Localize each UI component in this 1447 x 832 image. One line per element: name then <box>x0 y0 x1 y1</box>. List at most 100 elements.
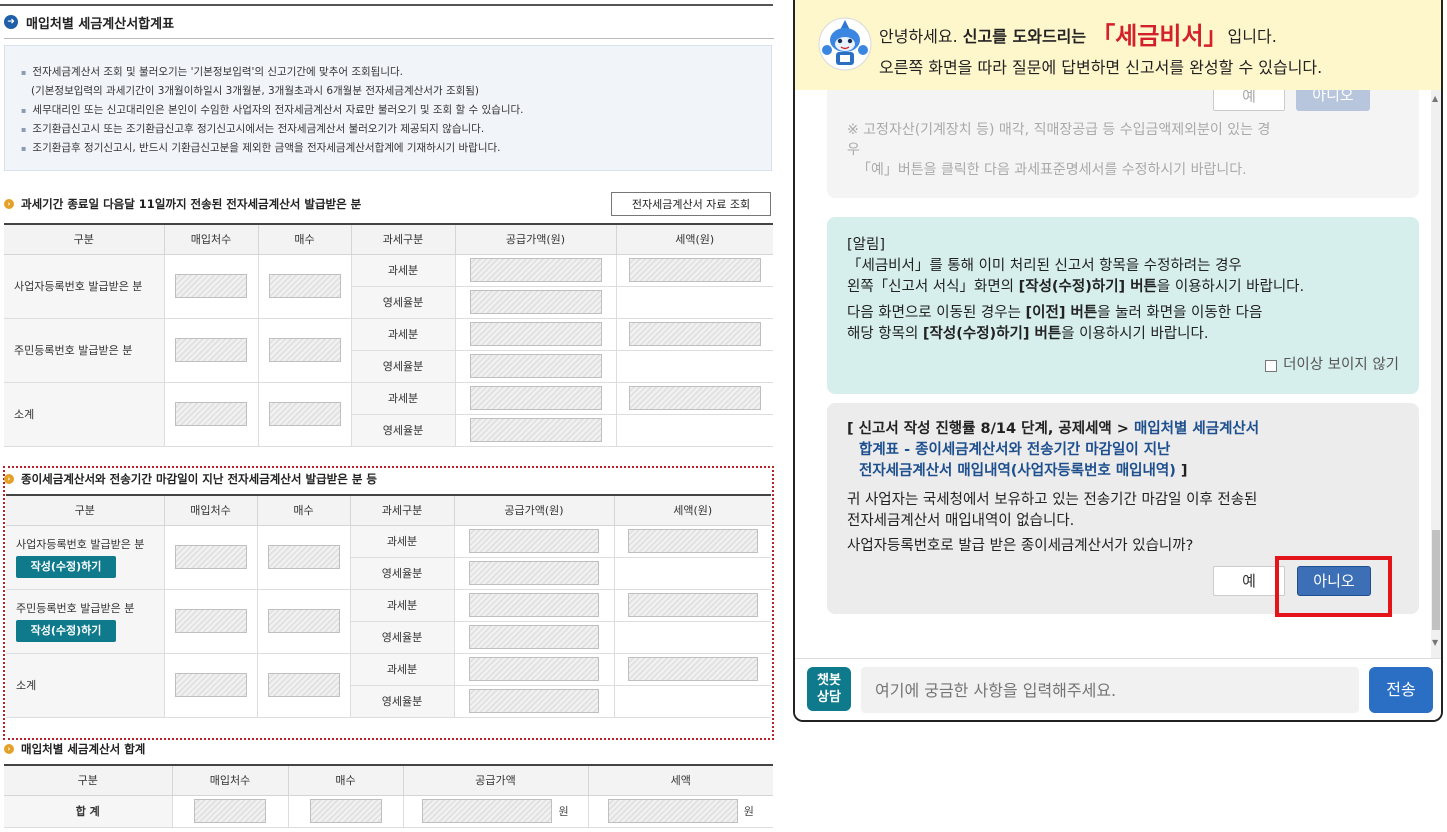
total-supply-field <box>422 799 553 823</box>
row-label: 소계 <box>6 652 165 718</box>
tax-amount-field <box>628 258 761 282</box>
title-divider <box>4 38 774 39</box>
vendor-count-field <box>174 609 247 633</box>
col-header: 매수 <box>257 223 352 255</box>
total-label: 합 계 <box>4 794 173 828</box>
section1-title: › 과세기간 종료일 다음달 11일까지 전송된 전자세금계산서 발급받은 분 <box>4 195 361 213</box>
notice-item: (기본정보입력의 과세기간이 3개월이하일시 3개월분, 3개월초과시 6개월분… <box>31 85 480 97</box>
sheet-count-field <box>268 338 341 362</box>
mascot-icon <box>818 17 872 71</box>
kind-label: 과세분 <box>350 381 456 415</box>
total-tax-field <box>607 799 738 823</box>
tax-form-panel: ➜ 매입처별 세금계산서합계표 전자세금계산서 조회 및 불러오기는 '기본정보… <box>0 0 775 832</box>
col-header: 매입처수 <box>163 223 259 255</box>
supply-amount-field <box>469 593 599 617</box>
supply-amount-field <box>469 290 602 314</box>
chat-greeting: 안녕하세요. 신고를 도와드리는 「세금비서」입니다. <box>879 22 1277 50</box>
send-button[interactable]: 전송 <box>1369 667 1433 713</box>
supply-amount-field <box>469 386 602 410</box>
table-row: 합 계 원 원 <box>4 794 773 828</box>
alert-message: [알림] 「세금비서」를 통해 이미 처리된 신고서 항목을 수정하려는 경우 … <box>827 217 1419 394</box>
highlight-red-box <box>1275 556 1392 617</box>
table-row: 사업자등록번호 발급받은 분 작성(수정)하기 과세분 <box>6 524 771 590</box>
chat-input[interactable] <box>861 667 1359 713</box>
tax-amount-field <box>627 593 758 617</box>
tax-assistant-chatbot: 안녕하세요. 신고를 도와드리는 「세금비서」입니다. 오른쪽 화면을 따라 질… <box>793 0 1443 722</box>
row-label: 소계 <box>4 381 165 447</box>
scroll-up-icon[interactable]: ▲ <box>1432 94 1438 103</box>
kind-label: 과세분 <box>349 588 455 622</box>
kind-label: 영세율분 <box>351 349 456 383</box>
chat-scrollbar[interactable]: ▲ ▼ <box>1431 90 1441 658</box>
bullet-arrow-icon: › <box>4 474 14 484</box>
col-header: 세액(원) <box>613 494 771 526</box>
page-title: ➜ 매입처별 세금계산서합계표 <box>4 12 174 32</box>
row-label: 주민등록번호 발급받은 분 작성(수정)하기 <box>6 588 165 654</box>
table-row: 소계 과세분 <box>6 652 771 718</box>
row-label-text: 주민등록번호 발급받은 분 <box>16 602 135 615</box>
total-sheet-count-field <box>309 799 382 823</box>
col-header: 공급가액(원) <box>453 494 615 526</box>
notice-item: 조기환급신고시 또는 조기환급신고후 정기신고시에서는 전자세금계산서 불러오기… <box>21 120 755 139</box>
kind-label: 과세분 <box>350 253 456 287</box>
col-header: 매입처수 <box>171 764 289 796</box>
section2-table: 구분 매입처수 매수 과세구분 공급가액(원) 세액(원) 사업자등록번호 발급… <box>6 494 771 718</box>
edit-button-resident[interactable]: 작성(수정)하기 <box>16 620 116 642</box>
vendor-count-field <box>174 673 247 697</box>
col-header: 매입처수 <box>163 494 258 526</box>
supply-amount-field <box>469 689 599 713</box>
col-header: 공급가액(원) <box>454 223 617 255</box>
col-header: 구분 <box>6 494 165 526</box>
chat-subtitle: 오른쪽 화면을 따라 질문에 답변하면 신고서를 완성할 수 있습니다. <box>879 58 1323 77</box>
notice-item: 세무대리인 또는 신고대리인은 본인이 수임한 사업자의 전자세금계산서 자료만… <box>21 101 755 120</box>
won-unit: 원 <box>558 805 569 818</box>
col-header: 과세구분 <box>350 223 456 255</box>
kind-label: 과세분 <box>349 524 455 558</box>
vendor-count-field <box>175 402 247 426</box>
col-header: 공급가액 <box>402 764 589 796</box>
brand-name: 「세금비서」 <box>1091 22 1228 50</box>
previous-message: 예 아니오 ※ 고정자산(기계장치 등) 매각, 직매장공급 등 수입금액제외분… <box>827 90 1419 198</box>
supply-amount-field <box>469 625 599 649</box>
col-header: 구분 <box>4 764 173 796</box>
total-vendor-count-field <box>194 799 266 823</box>
table-row: 주민등록번호 발급받은 분 과세분 <box>4 317 773 383</box>
vendor-count-field <box>174 545 247 569</box>
row-label: 사업자등록번호 발급받은 분 작성(수정)하기 <box>6 524 165 590</box>
col-header: 세액(원) <box>615 223 773 255</box>
row-label: 사업자등록번호 발급받은 분 <box>4 253 165 319</box>
scroll-thumb[interactable] <box>1432 530 1440 630</box>
col-header: 구분 <box>4 223 165 255</box>
col-header: 매수 <box>256 494 351 526</box>
supply-amount-field <box>469 561 599 585</box>
col-header: 과세구분 <box>349 494 455 526</box>
e-invoice-query-button[interactable]: 전자세금계산서 자료 조회 <box>611 192 771 216</box>
dont-show-again-checkbox[interactable]: 더이상 보이지 않기 <box>1265 355 1399 376</box>
previous-yes-button[interactable]: 예 <box>1213 90 1285 111</box>
edit-button-business[interactable]: 작성(수정)하기 <box>16 556 116 578</box>
arrow-circle-icon: ➜ <box>4 15 18 29</box>
current-question-message: [ 신고서 작성 진행률 8/14 단계, 공제세액 > 매입처별 세금계산서 … <box>827 403 1419 617</box>
kind-label: 영세율분 <box>351 285 456 319</box>
kind-label: 영세율분 <box>350 620 455 654</box>
supply-amount-field <box>469 354 602 378</box>
question-text: 사업자등록번호로 발급 받은 종이세금계산서가 있습니까? <box>847 538 1194 554</box>
supply-amount-field <box>469 657 599 681</box>
sheet-count-field <box>268 274 341 298</box>
notice-item: 조기환급후 정기신고시, 반드시 기환급신고분을 제외한 금액을 전자세금계산서… <box>21 139 755 158</box>
sheet-count-field <box>268 402 341 426</box>
bullet-arrow-icon: › <box>4 744 14 754</box>
previous-no-button[interactable]: 아니오 <box>1296 90 1370 111</box>
supply-amount-field <box>469 529 599 553</box>
supply-amount-field <box>469 258 602 282</box>
kind-label: 영세율분 <box>350 684 455 718</box>
chat-messages: 예 아니오 ※ 고정자산(기계장치 등) 매각, 직매장공급 등 수입금액제외분… <box>795 90 1441 658</box>
message-text: 귀 사업자는 국세청에서 보유하고 있는 전송기간 마감일 이후 전송된 <box>847 492 1258 508</box>
kind-label: 과세분 <box>350 317 456 351</box>
vendor-count-field <box>175 274 247 298</box>
scroll-down-icon[interactable]: ▼ <box>1432 638 1438 647</box>
col-header: 세액 <box>587 764 773 796</box>
table-row: 소계 과세분 <box>4 381 773 447</box>
chatbot-consult-badge[interactable]: 챗봇 상담 <box>807 667 851 711</box>
checkbox-icon[interactable] <box>1265 359 1278 372</box>
